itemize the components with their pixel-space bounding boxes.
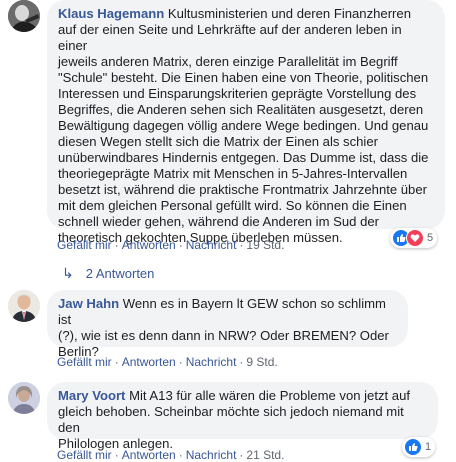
comment-text-line: diesen Wegen stellt sich die Matrix der …: [58, 134, 378, 149]
comment-text-line: theoriegeprägte Matrix mit Menschen in 5…: [58, 166, 408, 181]
comment-actions: Gefällt mir · Antworten · Nachricht · 9 Std.: [57, 355, 278, 369]
comment-text-line: auf der einen Seite und Lehrkräfte auf d…: [58, 22, 402, 53]
comment-text-line: Mit A13 für alle wären die Probleme von …: [129, 388, 410, 403]
comment-text-line: jeweils anderen Matrix, deren einzige Pa…: [58, 54, 398, 69]
comment-text-line: (?), wie ist es denn dann in NRW? Oder B…: [58, 328, 389, 343]
comment-text-line: Interessen und Einsparungskriterien gepr…: [58, 86, 417, 101]
comment-bubble: Jaw Hahn Wenn es in Bayern lt GEW schon …: [47, 290, 408, 359]
comment-timestamp[interactable]: 9 Std.: [246, 355, 277, 369]
comment-text-line: Begriffes, die Anderen sehen sich Realit…: [58, 102, 424, 117]
comment-timestamp[interactable]: 21 Std.: [246, 448, 284, 462]
avatar-photo: [8, 0, 40, 32]
reply-arrow-icon: ↳: [62, 265, 74, 281]
comment-bubble: Klaus Hagemann Kultusministerien und der…: [47, 0, 445, 245]
comment-text-line: "Schule" besteht. Die Einen haben eine v…: [58, 70, 429, 85]
avatar-photo: [8, 382, 40, 414]
comment-text-line: gleich behoben. Scheinbar möchte sich je…: [58, 404, 404, 435]
comment-text-line: schnell wieder gehen, während die Andere…: [58, 214, 380, 229]
view-replies-link[interactable]: ↳ 2 Antworten: [62, 265, 154, 282]
comment-timestamp[interactable]: 19 Std.: [246, 238, 284, 252]
replies-count-label: 2 Antworten: [85, 266, 155, 281]
avatar[interactable]: [8, 382, 40, 414]
comment-author[interactable]: Mary Voort: [58, 388, 125, 403]
comment-text-line: unüberwindbares Hindernis entgegen. Das …: [58, 150, 429, 165]
message-link[interactable]: Nachricht: [186, 448, 237, 462]
avatar[interactable]: [8, 0, 40, 32]
comment-text-line: besetzt ist, während die praktische Fron…: [58, 182, 427, 197]
message-link[interactable]: Nachricht: [186, 238, 237, 252]
avatar-photo: [8, 290, 40, 322]
message-link[interactable]: Nachricht: [186, 355, 237, 369]
like-link[interactable]: Gefällt mir: [57, 448, 112, 462]
reaction-count: 5: [427, 232, 434, 244]
comment-text-line: Kultusministerien und deren Finanzherren: [167, 6, 411, 21]
comment-actions: Gefällt mir · Antworten · Nachricht · 21 Std.: [57, 448, 285, 462]
comment-bubble: Mary Voort Mit A13 für alle wären die Pr…: [47, 382, 438, 451]
comment-author[interactable]: Klaus Hagemann: [58, 6, 164, 21]
avatar[interactable]: [8, 290, 40, 322]
reaction-summary[interactable]: 1: [402, 437, 436, 457]
comment-author[interactable]: Jaw Hahn: [58, 296, 119, 311]
like-icon: [404, 438, 422, 456]
reply-link[interactable]: Antworten: [122, 448, 176, 462]
reply-link[interactable]: Antworten: [122, 238, 176, 252]
comment-actions: Gefällt mir · Antworten · Nachricht · 19 Std.: [57, 238, 285, 252]
comment-text-line: mit dem gleichen Personal gefüllt wird. …: [58, 198, 407, 213]
reply-link[interactable]: Antworten: [122, 355, 176, 369]
like-link[interactable]: Gefällt mir: [57, 355, 112, 369]
reaction-count: 1: [425, 441, 432, 453]
comment-text-line: Bewältigung dagegen völlig andere Wege b…: [58, 118, 429, 133]
like-link[interactable]: Gefällt mir: [57, 238, 112, 252]
love-icon: [406, 229, 424, 247]
reaction-summary[interactable]: 5: [390, 228, 438, 248]
